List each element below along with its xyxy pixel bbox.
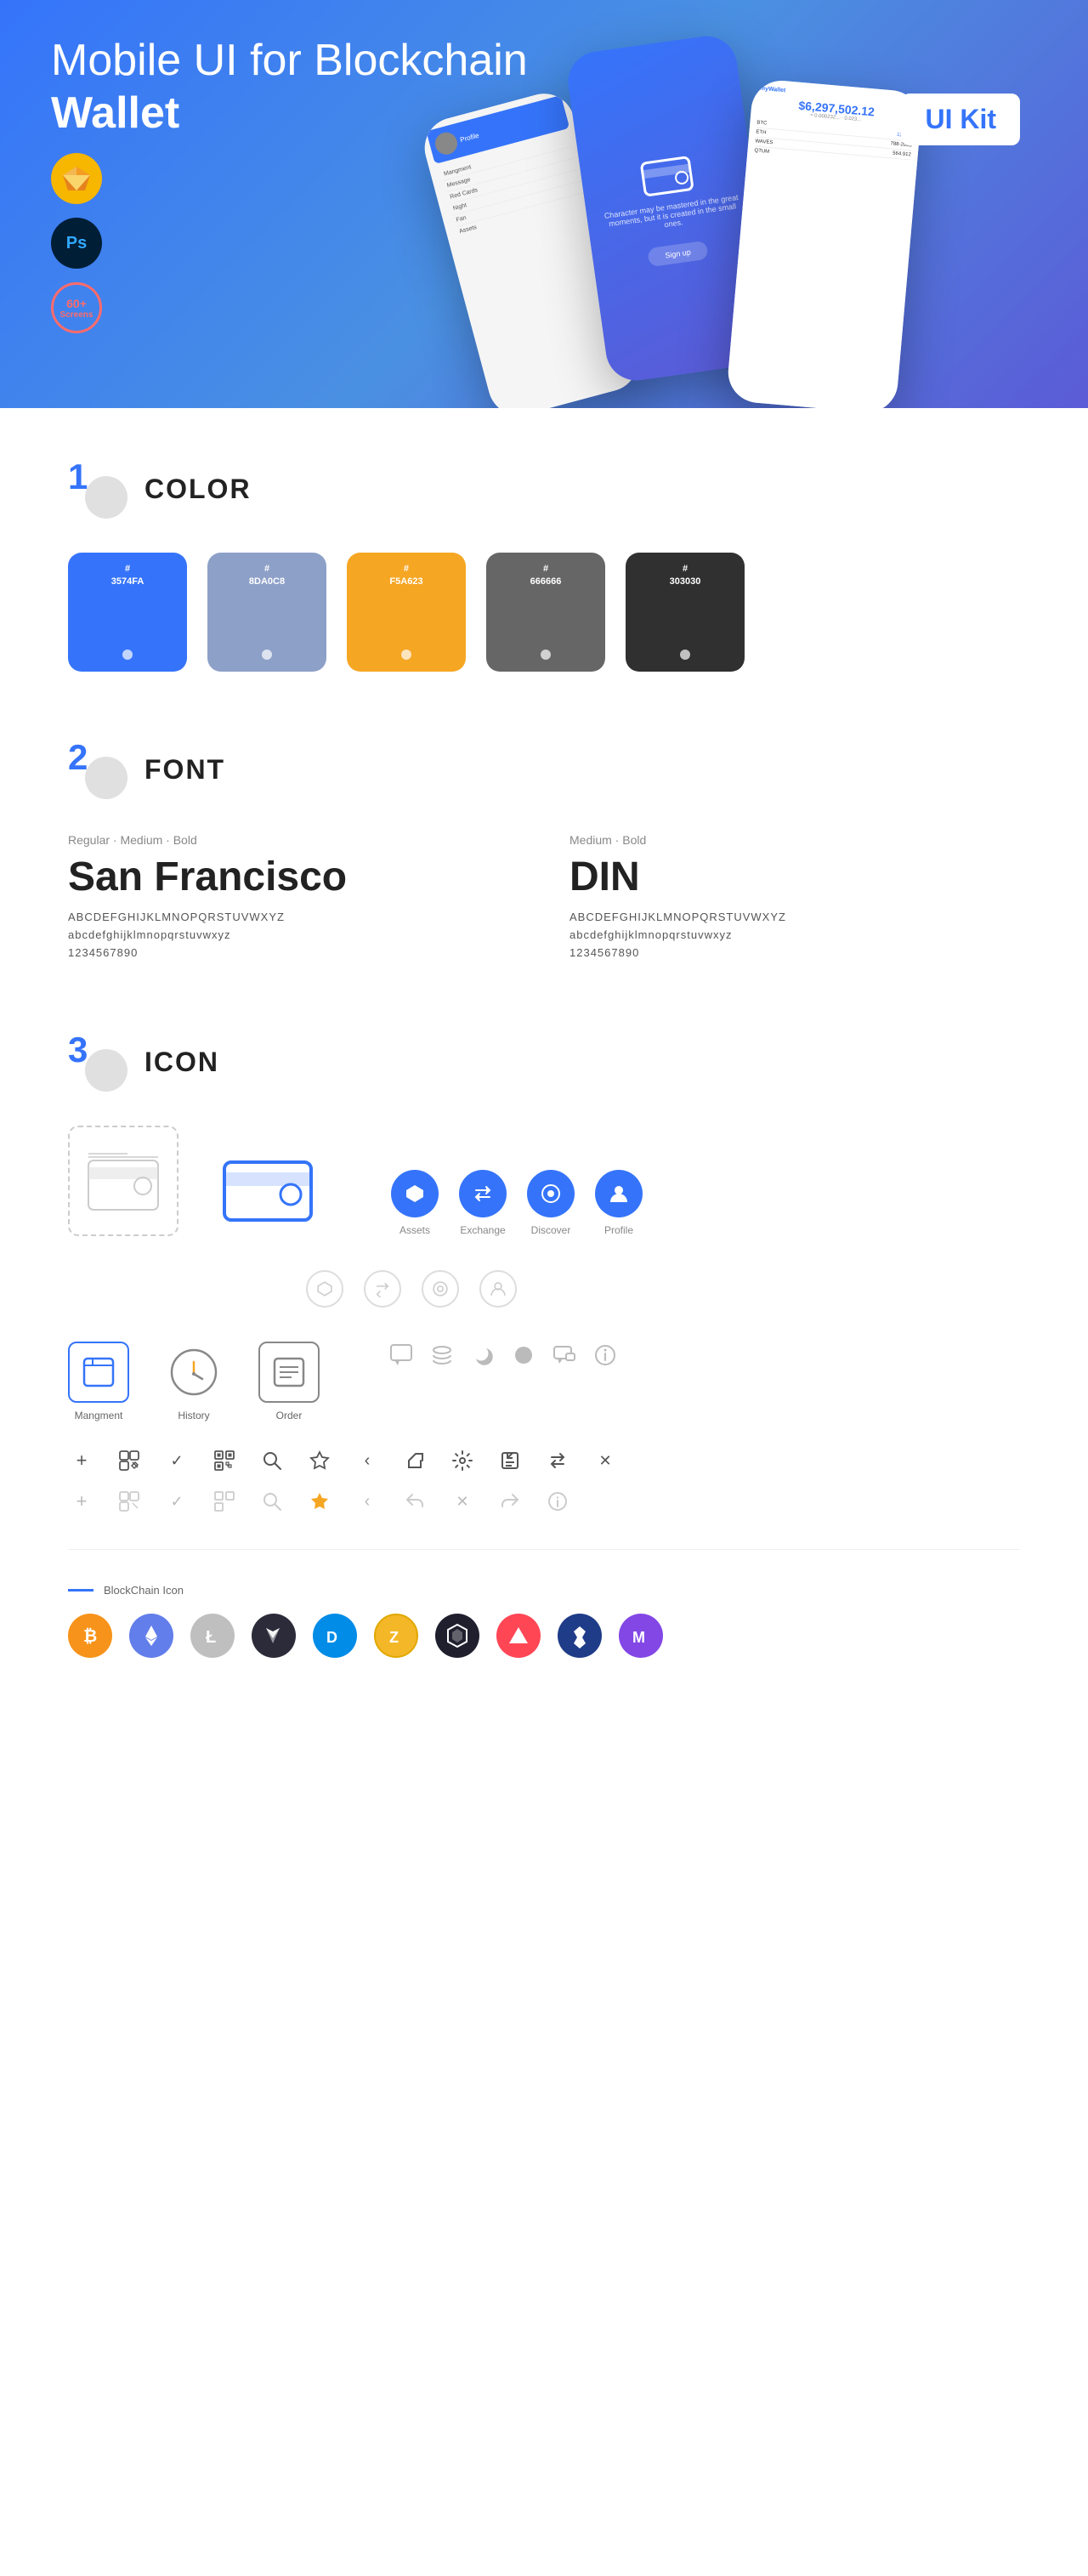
crypto-logos-row: ₿ Ł [68,1614,1020,1658]
grid-edit-icon-outline [116,1488,143,1515]
speech-bubble-icon [551,1342,578,1369]
icon-section-number: 3 [68,1032,128,1092]
bitcoin-logo: ₿ [68,1614,112,1658]
wallet-wireframe-icon [68,1126,178,1236]
small-icons-row-2: + ✓ [68,1488,1020,1515]
icon-section-title: ICON [144,1047,219,1078]
color-swatches: #3574FA #8DA0C8 #F5A623 #666666 #303030 [68,553,1020,672]
color-swatch-orange: #F5A623 [347,553,466,672]
color-swatch-slate: #8DA0C8 [207,553,326,672]
small-icons-row-1: + ✓ [68,1447,1020,1474]
settings-icon [449,1447,476,1474]
close-icon: ✕ [592,1447,619,1474]
svg-text:Ł: Ł [206,1628,216,1647]
forward-icon-outline [496,1488,524,1515]
font-section-title: FONT [144,754,225,786]
color-section: 1 COLOR #3574FA #8DA0C8 #F5A623 #666666 [68,459,1020,672]
svg-text:₿: ₿ [83,1627,97,1646]
qr-icon [211,1447,238,1474]
chevron-left-icon-outline: ‹ [354,1488,381,1515]
icon-section-header: 3 ICON [68,1032,1020,1092]
screens-badge: 60+ Screens [51,282,102,333]
info-icon-outline [544,1488,571,1515]
nav-icon-profile: Profile [595,1170,643,1236]
stack-icon [428,1342,456,1369]
export-icon [496,1447,524,1474]
wallet-blue-icon [212,1134,323,1236]
color-swatch-blue: #3574FA [68,553,187,672]
transfer-icon [544,1447,571,1474]
font-grid: Regular · Medium · Bold San Francisco AB… [68,833,1020,964]
svg-text:M: M [632,1629,645,1646]
misc-icons-set [388,1342,619,1369]
svg-text:D: D [326,1629,337,1646]
dash-logo: D [313,1614,357,1658]
font-item-din: Medium · Bold DIN ABCDEFGHIJKLMNOPQRSTUV… [570,833,1020,964]
font-section-header: 2 FONT [68,740,1020,799]
close-icon-outline: ✕ [449,1488,476,1515]
qr-icon-outline [211,1488,238,1515]
main-content: 1 COLOR #3574FA #8DA0C8 #F5A623 #666666 [0,408,1088,1760]
blockchain-line [68,1589,94,1592]
nav-icon-discover: Discover [527,1170,575,1236]
font-section-number: 2 [68,740,128,799]
nav-icon-discover-outline [422,1270,459,1308]
ark-logo [496,1614,541,1658]
color-section-header: 1 COLOR [68,459,1020,519]
nav-icon-assets: Assets [391,1170,439,1236]
star-icon [306,1447,333,1474]
font-section: 2 FONT Regular · Medium · Bold San Franc… [68,740,1020,964]
search-icon-outline [258,1488,286,1515]
share-icon [401,1447,428,1474]
plus-icon: + [68,1447,95,1474]
grid-edit-icon [116,1447,143,1474]
ps-badge: Ps [51,218,102,269]
reply-icon-outline [401,1488,428,1515]
nav-icon-profile-outline [479,1270,517,1308]
ui-kit-badge: UI Kit [901,94,1020,145]
color-swatch-gray: #666666 [486,553,605,672]
circle-icon [510,1342,537,1369]
svg-text:Z: Z [389,1629,399,1646]
litecoin-logo: Ł [190,1614,235,1658]
nav-icon-assets-outline [306,1270,343,1308]
sketch-badge [51,153,102,204]
color-swatch-dark: #303030 [626,553,745,672]
phone-right: myWallet + $6,297,502.12 ≈ 0.000232... ·… [726,78,923,408]
app-icon-order: Order [258,1342,320,1421]
nav-icons-outline [306,1270,1020,1308]
nav-icon-exchange: Exchange [459,1170,507,1236]
hero-badges: Ps 60+ Screens [51,153,102,333]
wallet-icons-row: Assets Exchange [68,1126,1020,1236]
color-section-title: COLOR [144,474,252,505]
chat-icon [388,1342,415,1369]
kyber-logo [558,1614,602,1658]
hero-section: Mobile UI for Blockchain Wallet UI Kit P… [0,0,1088,408]
chevron-left-icon: ‹ [354,1447,381,1474]
phones-container: Profile Mangment Message Red Cards Night… [450,0,1088,408]
app-icon-management: Mangment [68,1342,129,1421]
icon-section: 3 ICON [68,1032,1020,1658]
nav-icon-exchange-outline [364,1270,401,1308]
divider [68,1549,1020,1550]
info-icon [592,1342,619,1369]
iota-logo [435,1614,479,1658]
nav-icons-colored: Assets Exchange [391,1170,643,1236]
font-item-sf: Regular · Medium · Bold San Francisco AB… [68,833,518,964]
check-icon: ✓ [163,1447,190,1474]
check-icon-outline: ✓ [163,1488,190,1515]
search-icon [258,1447,286,1474]
bytom-logo [252,1614,296,1658]
matic-logo: M [619,1614,663,1658]
color-section-number: 1 [68,459,128,519]
ethereum-logo [129,1614,173,1658]
zcash-logo: Z [374,1614,418,1658]
app-icons-row: Mangment History [68,1342,1020,1421]
moon-icon [469,1342,496,1369]
star-filled-icon [306,1488,333,1515]
blockchain-label: BlockChain Icon [68,1584,1020,1597]
plus-icon-outline: + [68,1488,95,1515]
app-icon-history: History [163,1342,224,1421]
